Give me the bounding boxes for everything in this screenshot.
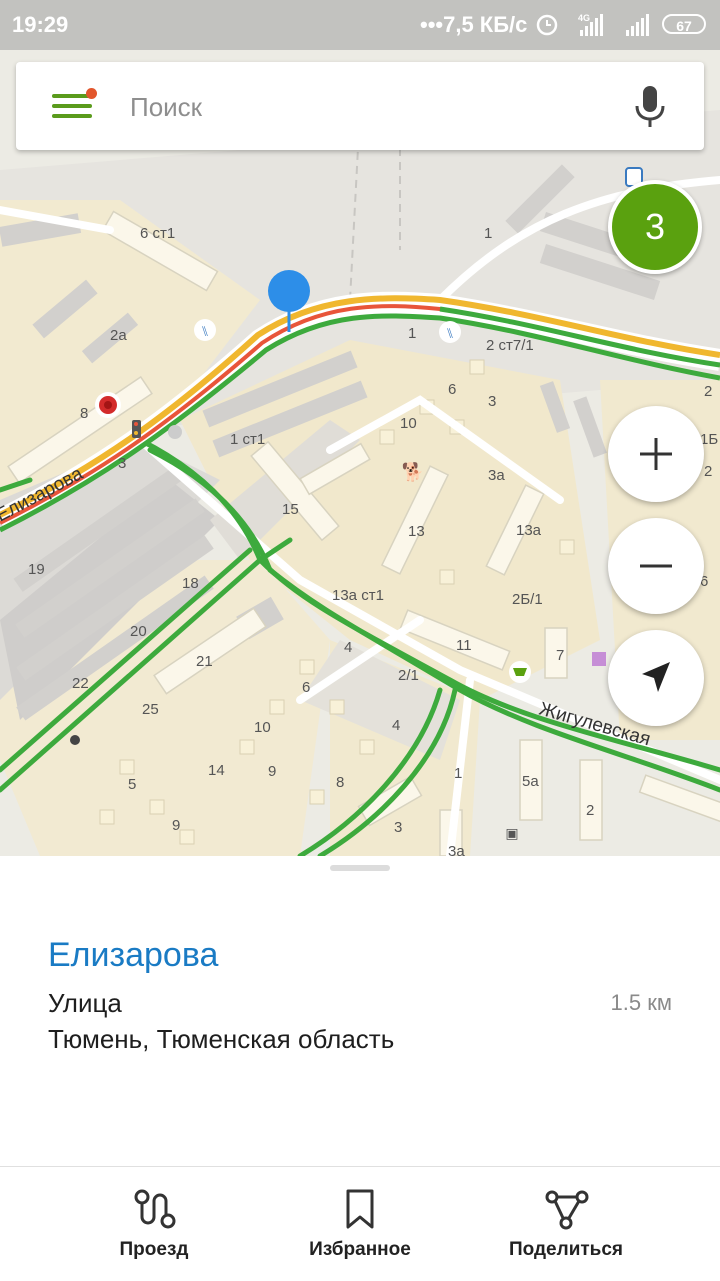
house-number-label: 20 — [130, 623, 147, 640]
house-number-label: 2а — [110, 327, 127, 344]
house-number-label: 2/1 — [398, 667, 419, 684]
house-number-label: 13а — [516, 522, 542, 539]
house-number-label: 6 ст1 — [140, 225, 175, 242]
gas-station-icon — [70, 735, 80, 745]
share-button[interactable]: Поделиться — [446, 1167, 686, 1281]
house-number-label: 14 — [208, 762, 225, 779]
place-distance: 1.5 км — [610, 990, 672, 1015]
signal-icon: 4G — [578, 13, 603, 36]
house-number-label: 6 — [302, 679, 310, 696]
house-number-label: 19 — [28, 561, 45, 578]
house-number-label: 9 — [268, 763, 276, 780]
cafe-icon[interactable]: ⑊ — [194, 319, 216, 341]
playground-icon — [592, 652, 606, 666]
house-number-label: 8 — [80, 405, 88, 422]
house-number-label: 1 — [408, 325, 416, 342]
zoom-out-button[interactable] — [608, 518, 704, 614]
house-number-label: 8 — [336, 774, 344, 791]
house-number-label: 7 — [556, 647, 564, 664]
search-input[interactable] — [128, 82, 612, 132]
place-address: Тюмень, Тюменская область — [48, 1024, 395, 1054]
house-number-label: 13 — [408, 523, 425, 540]
house-number-label: 4 — [344, 639, 352, 656]
minus-icon — [640, 564, 672, 568]
svg-text:🐕: 🐕 — [402, 461, 424, 483]
status-bar: 19:29 •••7,5 КБ/с 4G 67 — [0, 0, 720, 50]
house-number-label: 10 — [254, 719, 271, 736]
house-number-label: 15 — [282, 501, 299, 518]
grocery-icon[interactable] — [509, 661, 531, 683]
building-icon: ▣ — [505, 825, 518, 841]
house-number-label: 5 — [128, 776, 136, 793]
house-number-label: 2 — [704, 383, 712, 400]
flower-shop-icon[interactable] — [95, 392, 121, 418]
house-number-label: 18 — [182, 575, 199, 592]
house-number-label: 5а — [522, 773, 539, 790]
house-number-label: 2Б/1 — [512, 591, 543, 608]
bottom-action-bar: Проезд Избранное Поделиться — [0, 1166, 720, 1281]
house-number-label: 1 — [484, 225, 492, 242]
status-icons: 4G — [536, 13, 649, 36]
status-time: 19:29 — [12, 12, 69, 37]
house-number-label: 2 — [586, 802, 594, 819]
plus-icon — [640, 438, 672, 470]
house-number-label: 11 — [456, 637, 472, 654]
roundabout-icon — [168, 425, 182, 439]
place-title: Елизарова — [48, 936, 219, 974]
bookmark-icon — [346, 1189, 374, 1229]
svg-text:⑊: ⑊ — [201, 324, 209, 340]
notification-dot — [86, 88, 97, 99]
house-number-label: 2 — [704, 463, 712, 480]
house-number-label: 3 — [118, 455, 126, 472]
zoom-in-button[interactable] — [608, 406, 704, 502]
status-network-speed: •••7,5 КБ/с — [420, 12, 528, 37]
dog-icon[interactable]: 🐕 — [402, 461, 424, 483]
signal-icon — [626, 14, 649, 36]
sheet-drag-handle[interactable] — [330, 865, 390, 871]
favorites-button[interactable]: Избранное — [240, 1167, 480, 1281]
house-number-label: 3а — [448, 843, 465, 856]
house-number-label: 21 — [196, 653, 213, 670]
house-number-label: 3а — [488, 467, 505, 484]
route-icon — [134, 1189, 176, 1229]
share-icon — [545, 1190, 589, 1230]
navigation-arrow-icon — [642, 662, 670, 692]
house-number-label: 13а ст1 — [332, 587, 384, 604]
svg-text:⑊: ⑊ — [446, 326, 454, 342]
house-number-label: 3 — [488, 393, 496, 410]
traffic-score-button[interactable]: 3 — [608, 180, 702, 274]
house-number-label: 22 — [72, 675, 89, 692]
route-button[interactable]: Проезд — [34, 1167, 274, 1281]
route-label: Проезд — [119, 1239, 189, 1260]
microphone-icon[interactable] — [628, 84, 672, 130]
house-number-label: 9 — [172, 817, 180, 834]
place-card[interactable]: Елизарова Улица 1.5 км Тюмень, Тюменская… — [0, 856, 720, 1168]
house-number-label: 3 — [394, 819, 402, 836]
search-bar[interactable] — [16, 62, 704, 150]
house-number-label: 6 — [448, 381, 456, 398]
house-number-label: 10 — [400, 415, 417, 432]
house-number-label: 1 — [454, 765, 462, 782]
house-number-label: 4 — [392, 717, 400, 734]
my-location-button[interactable] — [608, 630, 704, 726]
menu-icon[interactable] — [52, 88, 97, 128]
house-number-label: 25 — [142, 701, 159, 718]
alarm-icon — [536, 14, 558, 36]
battery-icon: 67 — [662, 14, 706, 34]
cafe-icon[interactable]: ⑊ — [439, 321, 461, 343]
house-number-label: 2 ст7/1 — [486, 337, 534, 354]
place-type: Улица — [48, 988, 122, 1018]
svg-text:4G: 4G — [578, 13, 590, 23]
share-label: Поделиться — [508, 1239, 624, 1260]
house-number-label: 1 ст1 — [230, 431, 265, 448]
favorites-label: Избранное — [309, 1239, 411, 1260]
